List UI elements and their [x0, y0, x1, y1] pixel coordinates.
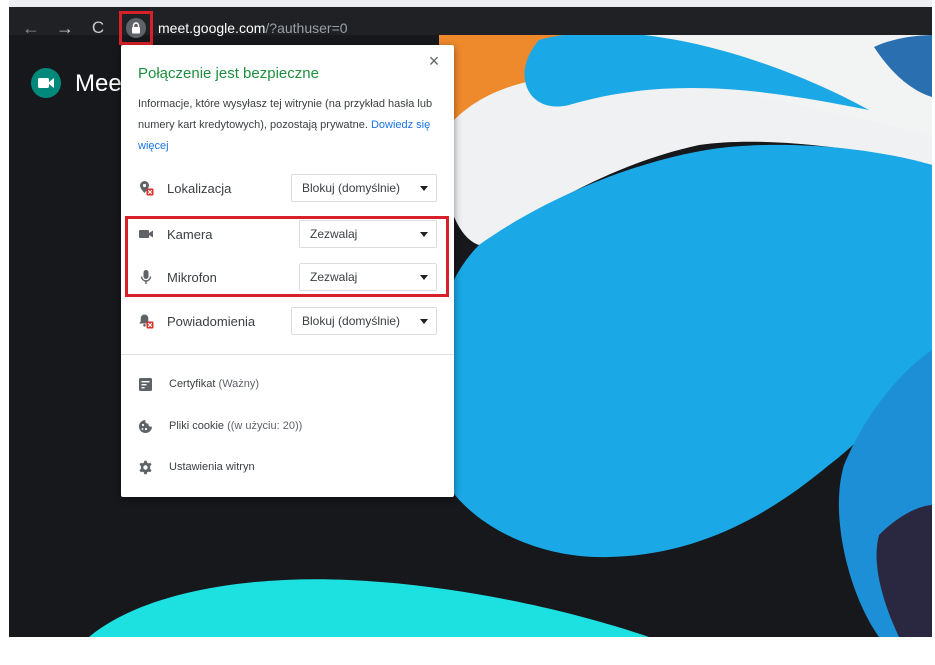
link-label: Certyfikat (Ważny) [169, 378, 259, 390]
camera-permission-select[interactable]: Zezwalaj [299, 220, 437, 248]
dropdown-arrow-icon [420, 275, 428, 280]
certificate-label: Certyfikat [169, 378, 216, 390]
site-settings-link[interactable]: Ustawienia witryn [121, 456, 454, 480]
location-permission-select[interactable]: Blokuj (domyślnie) [291, 174, 437, 202]
meet-logo-icon [31, 68, 61, 98]
notifications-permission-select[interactable]: Blokuj (domyślnie) [291, 307, 437, 335]
dropdown-arrow-icon [420, 232, 428, 237]
dropdown-arrow-icon [420, 319, 428, 324]
camera-icon [139, 230, 153, 238]
divider [121, 354, 454, 355]
gear-icon [139, 460, 152, 475]
select-value: Blokuj (domyślnie) [302, 314, 401, 328]
select-value: Zezwalaj [310, 227, 358, 241]
cookies-label: Pliki cookie [169, 420, 225, 432]
dropdown-arrow-icon [420, 186, 428, 191]
site-info-popup: × Połączenie jest bezpieczne Informacje,… [121, 45, 454, 497]
certificate-link[interactable]: Certyfikat (Ważny) [121, 373, 454, 397]
permission-row-camera: Kamera Zezwalaj [121, 218, 454, 250]
select-value: Zezwalaj [310, 270, 358, 284]
permission-row-location: Lokalizacja Blokuj (domyślnie) [121, 172, 454, 204]
permission-label: Kamera [167, 227, 213, 242]
select-value: Blokuj (domyślnie) [302, 181, 401, 195]
permission-label: Powiadomienia [167, 314, 256, 329]
certificate-status: (Ważny) [218, 378, 260, 390]
link-label: Pliki cookie ((w użyciu: 20)) [169, 420, 302, 432]
permission-label: Lokalizacja [167, 181, 232, 196]
back-button[interactable]: ← [20, 17, 42, 39]
site-settings-label: Ustawienia witryn [169, 461, 255, 473]
popup-title: Połączenie jest bezpieczne [138, 65, 319, 82]
permission-row-notifications: Powiadomienia Blokuj (domyślnie) [121, 305, 454, 337]
browser-toolbar: ← → C meet.google.com/?authuser=0 [9, 0, 932, 45]
cookie-icon [139, 420, 152, 433]
lock-icon [132, 22, 140, 34]
address-bar-url[interactable]: meet.google.com/?authuser=0 [158, 20, 348, 36]
certificate-icon [139, 378, 152, 391]
forward-button[interactable]: → [54, 17, 76, 39]
url-host: meet.google.com [158, 20, 266, 36]
site-info-button-highlight[interactable] [119, 11, 153, 45]
permission-row-microphone: Mikrofon Zezwalaj [121, 261, 454, 293]
notifications-blocked-icon [139, 314, 154, 329]
cookies-count: ((w użyciu: 20)) [227, 420, 303, 432]
popup-description: Informacje, które wysyłasz tej witrynie … [138, 94, 438, 157]
reload-button[interactable]: C [87, 17, 109, 39]
microphone-permission-select[interactable]: Zezwalaj [299, 263, 437, 291]
close-icon[interactable]: × [424, 51, 444, 71]
permission-label: Mikrofon [167, 270, 217, 285]
cookies-link[interactable]: Pliki cookie ((w użyciu: 20)) [121, 415, 454, 439]
site-info-button[interactable] [126, 18, 146, 38]
url-path: /?authuser=0 [265, 20, 348, 36]
location-blocked-icon [140, 181, 154, 196]
microphone-icon [140, 270, 152, 284]
